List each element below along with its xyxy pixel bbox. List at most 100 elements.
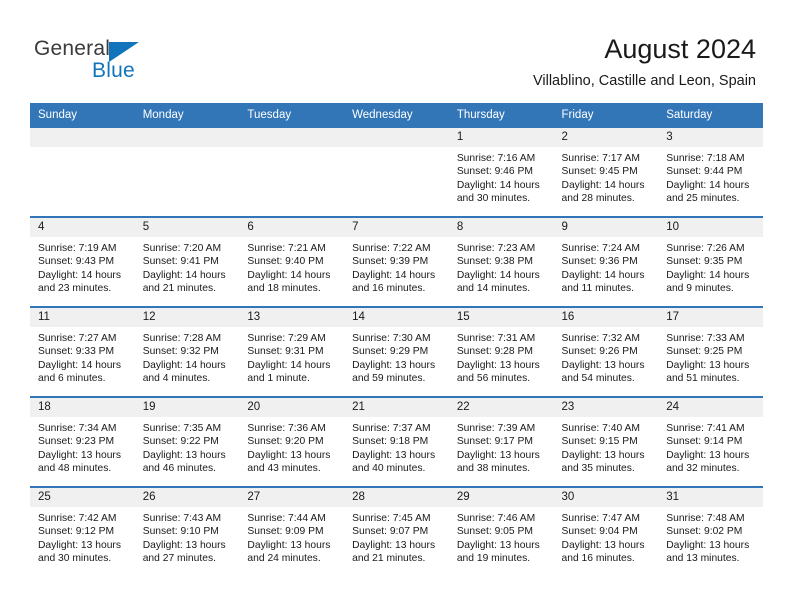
calendar-day-cell[interactable]: 17 Sunrise: 7:33 AM Sunset: 9:25 PM Dayligh… [658,306,763,397]
daylight-text-line2: and 19 minutes. [456,553,531,565]
calendar-day-cell[interactable]: 4 Sunrise: 7:19 AM Sunset: 9:43 PM Daylight… [30,216,135,307]
calendar-day-cell[interactable]: 31 Sunrise: 7:48 AM Sunset: 9:02 PM Dayligh… [658,486,763,576]
sunset-text: Sunset: 9:04 PM [561,526,638,538]
daylight-text-line1: Daylight: 14 hours [456,179,540,191]
calendar-day-cell[interactable]: 14 Sunrise: 7:30 AM Sunset: 9:29 PM Dayligh… [344,306,449,397]
sunset-text: Sunset: 9:35 PM [666,256,743,268]
day-details: Sunrise: 7:48 AM Sunset: 9:02 PM Daylight:… [658,507,763,566]
daylight-text-line1: Daylight: 14 hours [38,269,121,281]
calendar-week-row: 1 Sunrise: 7:16 AM Sunset: 9:46 PM Daylight… [30,126,763,217]
calendar-cell-inner: 30 Sunrise: 7:47 AM Sunset: 9:04 PM Dayligh… [553,488,659,576]
day-number: 26 [134,488,240,507]
weekday-header-sunday: Sunday [30,103,135,127]
day-number: 31 [658,488,763,507]
day-details: Sunrise: 7:28 AM Sunset: 9:32 PM Daylight:… [135,327,240,386]
calendar-day-cell[interactable]: 10 Sunrise: 7:26 AM Sunset: 9:35 PM Dayligh… [658,216,763,307]
calendar-day-cell[interactable]: 6 Sunrise: 7:21 AM Sunset: 9:40 PM Daylight… [239,216,345,307]
sunrise-text: Sunrise: 7:48 AM [666,513,745,524]
sunset-text: Sunset: 9:10 PM [142,526,219,538]
calendar-cell-inner: 9 Sunrise: 7:24 AM Sunset: 9:36 PM Daylight… [553,218,659,306]
daylight-text-line2: and 30 minutes. [456,193,531,205]
calendar-day-cell[interactable]: 16 Sunrise: 7:32 AM Sunset: 9:26 PM Dayligh… [553,306,659,397]
calendar-day-cell[interactable]: 23 Sunrise: 7:40 AM Sunset: 9:15 PM Dayligh… [553,396,659,487]
sunrise-text: Sunrise: 7:43 AM [142,513,222,524]
sunset-text: Sunset: 9:18 PM [352,436,429,448]
calendar-day-cell[interactable]: 1 Sunrise: 7:16 AM Sunset: 9:46 PM Daylight… [448,126,554,217]
sunset-text: Sunset: 9:26 PM [561,346,638,358]
calendar-day-cell[interactable]: 29 Sunrise: 7:46 AM Sunset: 9:05 PM Dayligh… [448,486,554,576]
sunset-text: Sunset: 9:39 PM [352,256,429,268]
daylight-text-line1: Daylight: 14 hours [456,269,540,281]
weekday-header-wednesday: Wednesday [344,103,449,127]
day-number: 8 [448,218,554,237]
calendar-day-cell[interactable]: 25 Sunrise: 7:42 AM Sunset: 9:12 PM Dayligh… [30,486,135,576]
day-number [344,128,449,147]
generalblue-logo[interactable]: General Blue [34,37,214,85]
calendar-cell-empty [134,126,240,217]
daylight-text-line2: and 14 minutes. [456,283,531,295]
calendar-day-cell[interactable]: 11 Sunrise: 7:27 AM Sunset: 9:33 PM Dayligh… [30,306,135,397]
calendar-day-cell[interactable]: 21 Sunrise: 7:37 AM Sunset: 9:18 PM Dayligh… [344,396,449,487]
calendar-cell-empty [30,126,135,217]
sunrise-text: Sunrise: 7:42 AM [38,513,117,524]
day-details: Sunrise: 7:37 AM Sunset: 9:18 PM Daylight:… [344,417,449,476]
sunset-text: Sunset: 9:02 PM [666,526,743,538]
daylight-text-line2: and 51 minutes. [666,373,740,385]
daylight-text-line2: and 24 minutes. [247,553,321,565]
calendar-day-cell[interactable]: 5 Sunrise: 7:20 AM Sunset: 9:41 PM Daylight… [134,216,240,307]
daylight-text-line2: and 35 minutes. [561,463,635,475]
calendar-day-cell[interactable]: 30 Sunrise: 7:47 AM Sunset: 9:04 PM Dayligh… [553,486,659,576]
day-details: Sunrise: 7:21 AM Sunset: 9:40 PM Daylight:… [239,237,344,296]
calendar-cell-inner: 25 Sunrise: 7:42 AM Sunset: 9:12 PM Dayligh… [30,488,135,576]
calendar-day-cell[interactable]: 3 Sunrise: 7:18 AM Sunset: 9:44 PM Daylight… [658,126,763,217]
calendar-day-cell[interactable]: 7 Sunrise: 7:22 AM Sunset: 9:39 PM Daylight… [344,216,449,307]
day-number: 6 [239,218,345,237]
day-details: Sunrise: 7:34 AM Sunset: 9:23 PM Daylight:… [30,417,135,476]
daylight-text-line1: Daylight: 13 hours [352,539,436,551]
daylight-text-line2: and 18 minutes. [247,283,321,295]
day-number: 24 [658,398,763,417]
calendar-day-cell[interactable]: 19 Sunrise: 7:35 AM Sunset: 9:22 PM Dayligh… [134,396,240,487]
calendar-day-cell[interactable]: 26 Sunrise: 7:43 AM Sunset: 9:10 PM Dayligh… [134,486,240,576]
title-block: August 2024 Villablino, Castille and Leo… [533,32,756,91]
calendar-cell-inner: 19 Sunrise: 7:35 AM Sunset: 9:22 PM Dayligh… [134,398,240,486]
calendar-day-cell[interactable]: 13 Sunrise: 7:29 AM Sunset: 9:31 PM Dayligh… [239,306,345,397]
calendar-day-cell[interactable]: 8 Sunrise: 7:23 AM Sunset: 9:38 PM Daylight… [448,216,554,307]
daylight-text-line2: and 16 minutes. [561,553,635,565]
calendar-day-cell[interactable]: 24 Sunrise: 7:41 AM Sunset: 9:14 PM Dayligh… [658,396,763,487]
daylight-text-line2: and 11 minutes. [561,283,635,295]
daylight-text-line1: Daylight: 14 hours [247,269,331,281]
day-details: Sunrise: 7:41 AM Sunset: 9:14 PM Daylight:… [658,417,763,476]
weekday-header-tuesday: Tuesday [239,103,345,127]
day-details: Sunrise: 7:46 AM Sunset: 9:05 PM Daylight:… [449,507,554,566]
daylight-text-line2: and 32 minutes. [666,463,740,475]
calendar-cell-inner: 20 Sunrise: 7:36 AM Sunset: 9:20 PM Dayligh… [239,398,345,486]
day-details: Sunrise: 7:26 AM Sunset: 9:35 PM Daylight:… [658,237,763,296]
weekday-header-monday: Monday [134,103,240,127]
daylight-text-line2: and 25 minutes. [666,193,740,205]
calendar-day-cell[interactable]: 27 Sunrise: 7:44 AM Sunset: 9:09 PM Dayligh… [239,486,345,576]
calendar-day-cell[interactable]: 28 Sunrise: 7:45 AM Sunset: 9:07 PM Dayligh… [344,486,449,576]
calendar-day-cell[interactable]: 12 Sunrise: 7:28 AM Sunset: 9:32 PM Dayligh… [134,306,240,397]
calendar-cell-inner: 3 Sunrise: 7:18 AM Sunset: 9:44 PM Daylight… [658,128,763,216]
daylight-text-line1: Daylight: 14 hours [561,179,645,191]
sunset-text: Sunset: 9:12 PM [38,526,115,538]
sunrise-text: Sunrise: 7:21 AM [247,243,326,254]
calendar-day-cell[interactable]: 18 Sunrise: 7:34 AM Sunset: 9:23 PM Dayligh… [30,396,135,487]
calendar-day-cell[interactable]: 9 Sunrise: 7:24 AM Sunset: 9:36 PM Daylight… [553,216,659,307]
day-details: Sunrise: 7:30 AM Sunset: 9:29 PM Daylight:… [344,327,449,386]
sunrise-text: Sunrise: 7:45 AM [352,513,431,524]
sunset-text: Sunset: 9:32 PM [142,346,219,358]
calendar-day-cell[interactable]: 22 Sunrise: 7:39 AM Sunset: 9:17 PM Dayligh… [448,396,554,487]
day-number: 22 [448,398,554,417]
daylight-text-line1: Daylight: 14 hours [142,359,226,371]
daylight-text-line1: Daylight: 13 hours [561,539,645,551]
day-details: Sunrise: 7:40 AM Sunset: 9:15 PM Daylight:… [554,417,659,476]
daylight-text-line1: Daylight: 14 hours [38,359,121,371]
calendar-day-cell[interactable]: 2 Sunrise: 7:17 AM Sunset: 9:45 PM Daylight… [553,126,659,217]
calendar-cell-empty [239,126,345,217]
sunset-text: Sunset: 9:44 PM [666,166,743,178]
calendar-day-cell[interactable]: 15 Sunrise: 7:31 AM Sunset: 9:28 PM Dayligh… [448,306,554,397]
calendar-day-cell[interactable]: 20 Sunrise: 7:36 AM Sunset: 9:20 PM Dayligh… [239,396,345,487]
day-number: 4 [30,218,135,237]
